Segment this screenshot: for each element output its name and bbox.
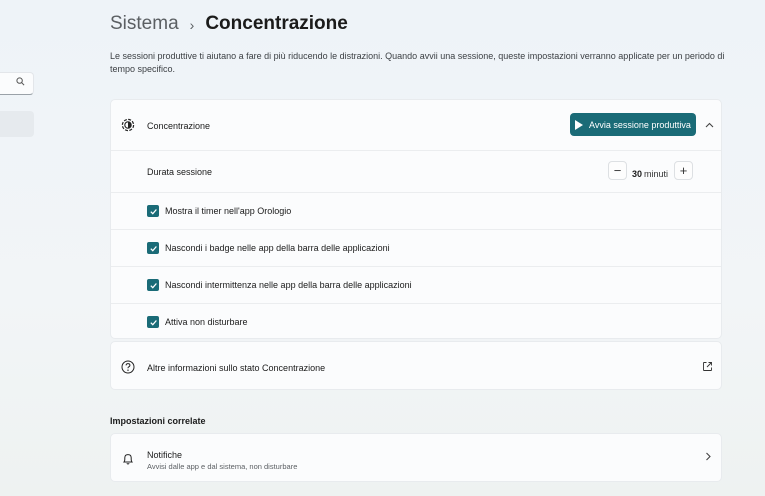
notifications-title: Notifiche (147, 450, 183, 460)
increase-duration-button[interactable]: + (674, 161, 693, 180)
related-settings-heading: Impostazioni correlate (110, 416, 206, 426)
option-row: Mostra il timer nell'app Orologio (111, 192, 721, 229)
session-duration-row: Durata sessione − 30 minuti + (111, 150, 721, 192)
focus-header-row[interactable]: Concentrazione Avvia sessione produttiva (111, 100, 721, 150)
hide-flashing-checkbox[interactable] (147, 279, 159, 291)
hide-badges-label: Nascondi i badge nelle app della barra d… (165, 243, 390, 253)
focus-info-link[interactable]: Altre informazioni sullo stato Concentra… (110, 341, 722, 390)
hide-badges-checkbox[interactable] (147, 242, 159, 254)
nav-item-selected[interactable] (0, 111, 34, 137)
left-nav-strip (0, 0, 40, 496)
focus-clock-icon (121, 118, 135, 132)
page-title: Concentrazione (205, 13, 348, 34)
option-row: Nascondi i badge nelle app della barra d… (111, 229, 721, 266)
notifications-link[interactable]: Notifiche Avvisi dalle app e dal sistema… (110, 433, 722, 482)
breadcrumb-parent[interactable]: Sistema (110, 13, 179, 35)
play-icon (575, 119, 584, 130)
search-icon (16, 77, 25, 88)
focus-card: Concentrazione Avvia sessione produttiva… (110, 99, 722, 339)
focus-label: Concentrazione (147, 121, 211, 131)
show-timer-label: Mostra il timer nell'app Orologio (165, 206, 292, 216)
search-input[interactable] (0, 72, 34, 95)
bell-icon (122, 454, 134, 465)
show-timer-checkbox[interactable] (147, 205, 159, 217)
duration-value: 30 (632, 169, 643, 179)
page-description: Le sessioni produttive ti aiutano a fare… (110, 51, 725, 74)
chevron-right-icon (705, 452, 711, 464)
breadcrumb: Sistema › Concentrazione (110, 10, 348, 38)
do-not-disturb-label: Attiva non disturbare (165, 317, 248, 327)
checkmark-icon (149, 208, 157, 215)
help-icon (121, 360, 135, 374)
notifications-subtitle: Avvisi dalle app e dal sistema, non dist… (147, 462, 298, 471)
checkmark-icon (149, 282, 157, 289)
do-not-disturb-checkbox[interactable] (147, 316, 159, 328)
hide-flashing-label: Nascondi intermittenza nelle app della b… (165, 280, 412, 290)
start-focus-session-button[interactable]: Avvia sessione produttiva (570, 113, 696, 136)
duration-unit: minuti (644, 169, 669, 179)
chevron-up-icon[interactable] (705, 120, 714, 131)
decrease-duration-button[interactable]: − (608, 161, 627, 180)
checkmark-icon (149, 319, 157, 326)
checkmark-icon (149, 245, 157, 252)
focus-info-label: Altre informazioni sullo stato Concentra… (147, 363, 326, 373)
external-link-icon (703, 362, 712, 371)
breadcrumb-separator: › (189, 17, 195, 33)
start-focus-session-label: Avvia sessione produttiva (589, 119, 691, 130)
option-row: Nascondi intermittenza nelle app della b… (111, 266, 721, 303)
option-row: Attiva non disturbare (111, 303, 721, 340)
session-duration-label: Durata sessione (147, 167, 213, 177)
